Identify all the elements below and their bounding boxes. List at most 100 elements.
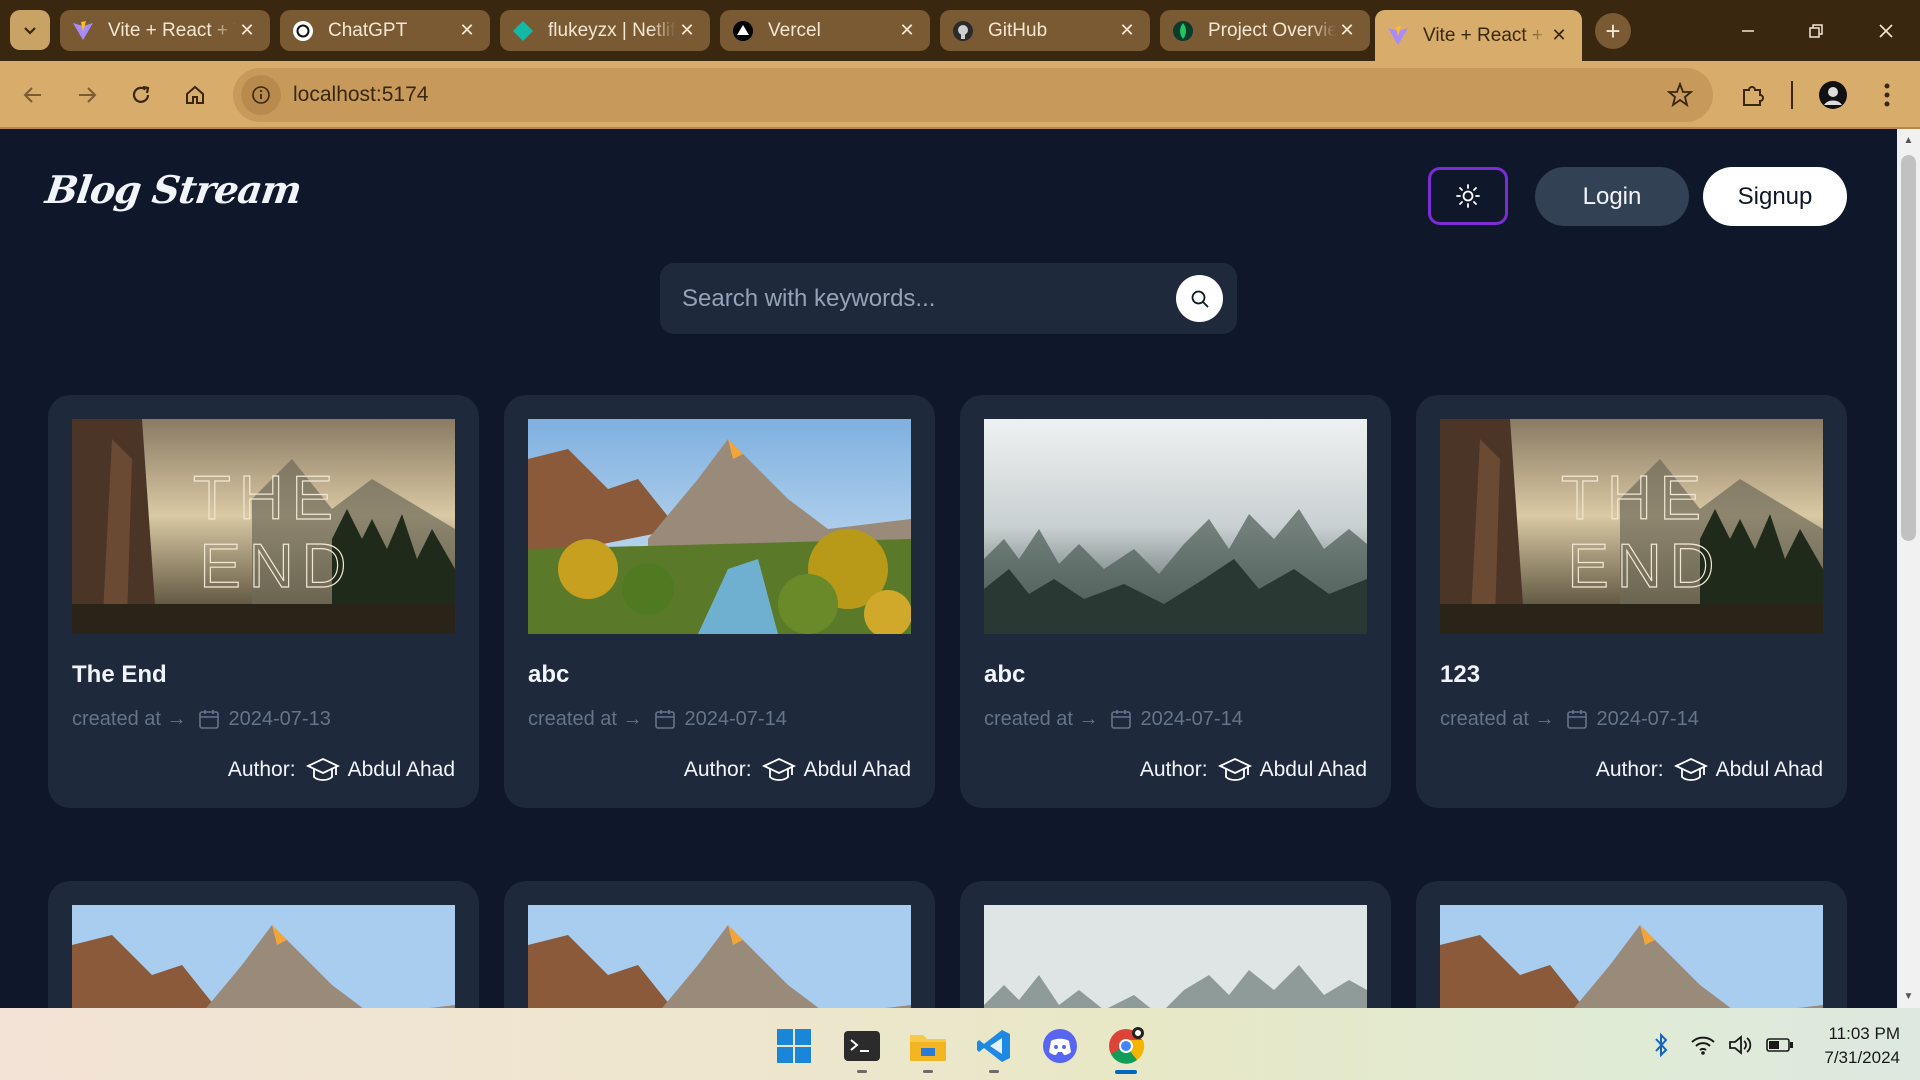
info-icon <box>252 86 270 104</box>
calendar-icon <box>1566 710 1587 729</box>
back-button[interactable] <box>16 78 50 112</box>
close-icon[interactable]: ✕ <box>236 20 258 42</box>
tab-github[interactable]: GitHub ✕ <box>940 10 1150 51</box>
close-icon[interactable]: ✕ <box>1336 20 1358 42</box>
post-title[interactable]: abc <box>984 661 1025 689</box>
search-bar <box>660 263 1237 334</box>
star-icon[interactable] <box>1667 82 1693 108</box>
search-input[interactable] <box>682 281 1142 317</box>
extensions-button[interactable] <box>1736 78 1770 112</box>
terminal-icon <box>844 1031 880 1061</box>
tab-title: ChatGPT <box>328 19 408 41</box>
avatar-icon <box>1819 81 1847 109</box>
vite-icon <box>72 20 94 42</box>
post-author: Author: Abdul Ahad <box>1596 756 1823 784</box>
tab-netlify[interactable]: flukeyzx | Netlify ✕ <box>500 10 710 51</box>
post-thumbnail <box>984 419 1367 634</box>
minimize-button[interactable] <box>1728 14 1768 48</box>
post-created-date: created at → 2024-07-14 <box>984 707 1243 731</box>
theme-toggle-button[interactable] <box>1428 167 1508 225</box>
search-button[interactable] <box>1176 275 1223 322</box>
post-title[interactable]: abc <box>528 661 569 689</box>
clock[interactable]: 11:03 PM 7/31/2024 <box>1810 1022 1900 1070</box>
forward-button[interactable] <box>70 78 104 112</box>
scroll-up-arrow-icon[interactable]: ▲ <box>1903 135 1914 146</box>
bluetooth-icon[interactable] <box>1650 1032 1672 1058</box>
zion-canyon-image <box>528 419 911 634</box>
volume-icon[interactable] <box>1728 1034 1754 1056</box>
reload-button[interactable] <box>124 78 158 112</box>
post-card[interactable]: abc created at → 2024-07-14 Author: Abdu… <box>504 395 935 808</box>
discord-button[interactable] <box>1038 1024 1082 1068</box>
post-card[interactable]: abc created at → 2024-07-14 Author: Abdu… <box>960 395 1391 808</box>
graduation-cap-icon <box>761 758 796 781</box>
post-title[interactable]: 123 <box>1440 661 1480 689</box>
post-card[interactable] <box>1416 881 1847 1008</box>
post-card[interactable] <box>960 881 1391 1008</box>
vscode-button[interactable] <box>972 1024 1016 1068</box>
post-created-date: created at → 2024-07-14 <box>1440 707 1699 731</box>
browser-tabbar: Vite + React + TS ✕ ChatGPT ✕ flukeyzx |… <box>0 0 1920 61</box>
tab-vercel[interactable]: Vercel ✕ <box>720 10 930 51</box>
site-logo[interactable]: Blog Stream <box>43 167 304 212</box>
author-name[interactable]: Abdul Ahad <box>1260 758 1367 782</box>
author-name[interactable]: Abdul Ahad <box>348 758 455 782</box>
tab-search-button[interactable] <box>10 10 50 50</box>
active-app-indicator <box>1115 1070 1137 1074</box>
address-text: localhost:5174 <box>293 83 429 106</box>
close-icon <box>1879 24 1893 38</box>
post-card[interactable]: THE END 123 created at → 2024-07-14 Auth… <box>1416 395 1847 808</box>
created-label: created at → <box>72 707 187 730</box>
close-icon[interactable]: ✕ <box>1116 20 1138 42</box>
tab-title: GitHub <box>988 19 1048 41</box>
svg-text:THE: THE <box>193 464 341 533</box>
new-tab-button[interactable]: + <box>1595 13 1631 49</box>
svg-text:END: END <box>1568 532 1723 601</box>
close-icon[interactable]: ✕ <box>676 20 698 42</box>
terminal-button[interactable] <box>840 1024 884 1068</box>
chrome-button[interactable] <box>1104 1024 1148 1068</box>
close-icon[interactable]: ✕ <box>896 20 918 42</box>
close-window-button[interactable] <box>1866 14 1906 48</box>
post-date: 2024-07-14 <box>1140 707 1243 730</box>
zion-canyon-image <box>72 905 455 1008</box>
tab-chatgpt[interactable]: ChatGPT ✕ <box>280 10 490 51</box>
address-bar[interactable]: localhost:5174 <box>233 68 1713 122</box>
tab-vite-active[interactable]: Vite + React + TS ✕ <box>1375 10 1582 61</box>
running-indicator <box>923 1070 933 1073</box>
post-thumbnail: THE END <box>72 419 455 634</box>
post-author: Author: Abdul Ahad <box>1140 756 1367 784</box>
wifi-icon[interactable] <box>1690 1034 1716 1056</box>
file-explorer-button[interactable] <box>906 1024 950 1068</box>
post-card[interactable] <box>48 881 479 1008</box>
home-button[interactable] <box>178 78 212 112</box>
author-name[interactable]: Abdul Ahad <box>804 758 911 782</box>
scroll-down-arrow-icon[interactable]: ▼ <box>1903 991 1914 1002</box>
calendar-icon <box>654 710 675 729</box>
restore-button[interactable] <box>1796 14 1836 48</box>
author-label: Author: <box>683 758 752 781</box>
browser-menu-button[interactable] <box>1870 78 1904 112</box>
page-scrollbar[interactable]: ▲ ▼ <box>1897 129 1920 1008</box>
author-label: Author: <box>227 758 296 781</box>
close-icon[interactable]: ✕ <box>456 20 478 42</box>
post-title[interactable]: The End <box>72 661 167 689</box>
blog-page: Blog Stream Login Signup Search with key… <box>0 129 1897 1008</box>
close-icon[interactable]: ✕ <box>1548 25 1570 47</box>
login-button[interactable]: Login <box>1535 167 1689 226</box>
profile-button[interactable] <box>1816 78 1850 112</box>
signup-button[interactable]: Signup <box>1703 167 1847 226</box>
site-info-button[interactable] <box>241 75 281 115</box>
author-name[interactable]: Abdul Ahad <box>1716 758 1823 782</box>
chrome-icon <box>1109 1027 1145 1064</box>
post-card[interactable] <box>504 881 935 1008</box>
start-button[interactable] <box>772 1024 816 1068</box>
post-card[interactable]: THE END The End created at → 2024-07-13 … <box>48 395 479 808</box>
tab-mongodb[interactable]: Project Overview ✕ <box>1160 10 1370 51</box>
svg-text:THE: THE <box>1561 464 1709 533</box>
reload-icon <box>132 85 150 103</box>
scrollbar-thumb[interactable] <box>1901 155 1916 541</box>
github-icon <box>952 20 974 42</box>
tab-vite-1[interactable]: Vite + React + TS ✕ <box>60 10 270 51</box>
battery-icon[interactable] <box>1766 1036 1794 1054</box>
